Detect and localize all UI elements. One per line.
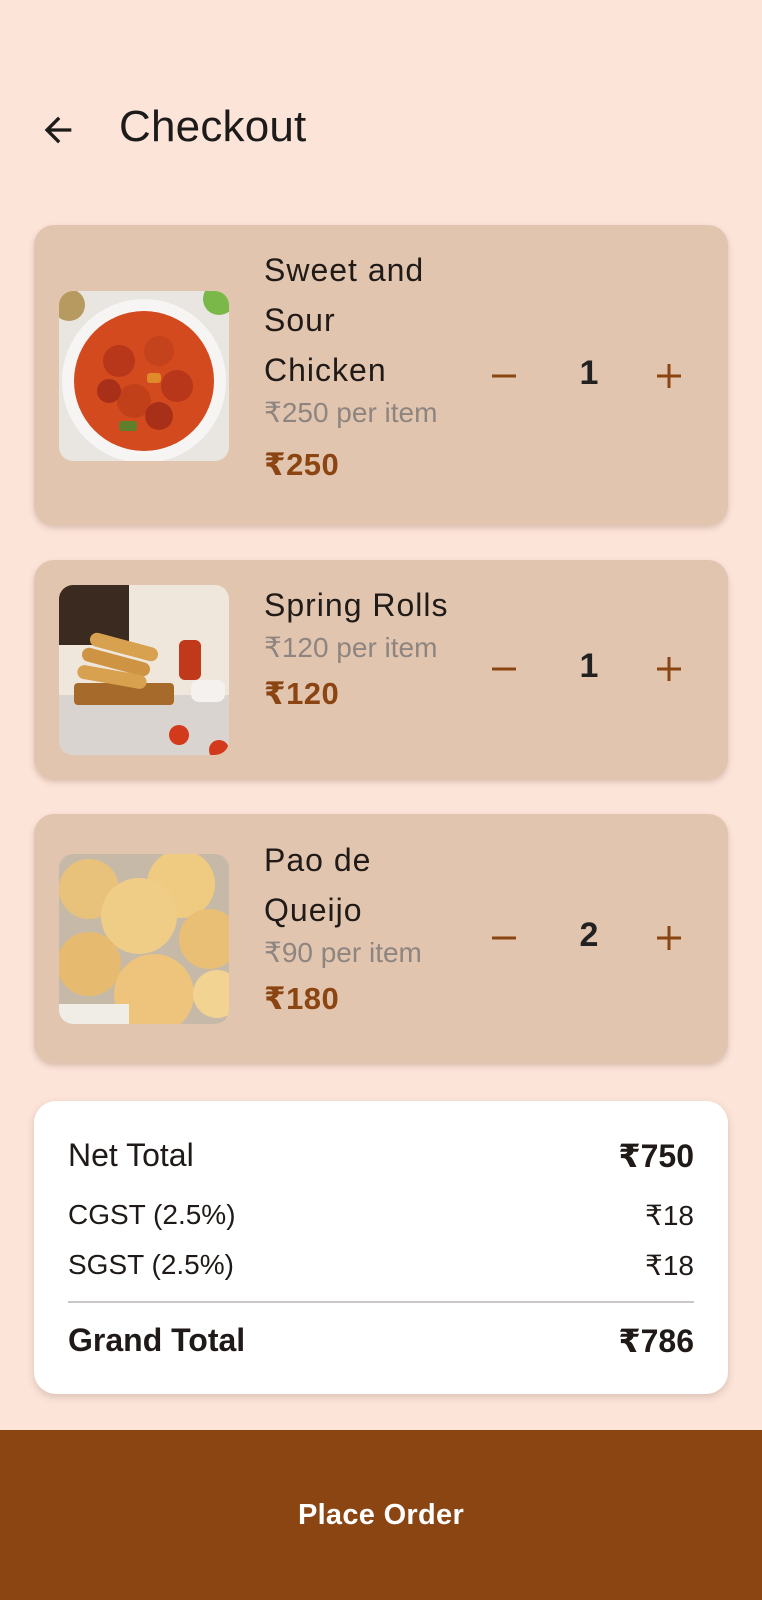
increase-quantity-button[interactable] bbox=[639, 908, 699, 968]
app-header: Checkout bbox=[0, 88, 762, 172]
quantity-stepper: 1 bbox=[474, 639, 718, 699]
cart-item-card: Spring Rolls ₹120 per item ₹120 1 bbox=[34, 560, 728, 779]
net-total-value: ₹750 bbox=[618, 1138, 694, 1174]
sgst-value: ₹18 bbox=[645, 1250, 694, 1281]
decrease-quantity-button[interactable] bbox=[474, 908, 534, 968]
net-total-row: Net Total ₹750 bbox=[68, 1137, 694, 1175]
minus-icon bbox=[492, 667, 516, 671]
summary-divider bbox=[68, 1301, 694, 1303]
plus-icon bbox=[657, 364, 681, 388]
cart-item-card: Pao de Queijo ₹90 per item ₹180 2 bbox=[34, 814, 728, 1063]
quantity-value: 2 bbox=[579, 916, 599, 954]
order-summary-card: Net Total ₹750 CGST (2.5%) ₹18 SGST (2.5… bbox=[34, 1101, 728, 1394]
item-total-price: ₹180 bbox=[264, 981, 340, 1016]
item-total-price: ₹120 bbox=[264, 676, 340, 711]
net-total-label: Net Total bbox=[68, 1137, 194, 1173]
quantity-stepper: 1 bbox=[474, 346, 718, 406]
food-image-sweet-sour-chicken bbox=[59, 291, 229, 461]
item-name: Spring Rolls bbox=[264, 587, 449, 623]
item-info: Pao de Queijo ₹90 per item ₹180 bbox=[264, 835, 464, 1017]
sgst-row: SGST (2.5%) ₹18 bbox=[68, 1249, 694, 1282]
increase-quantity-button[interactable] bbox=[639, 346, 699, 406]
grand-total-label: Grand Total bbox=[68, 1322, 246, 1358]
item-name: Pao de Queijo bbox=[264, 842, 372, 928]
cgst-label: CGST (2.5%) bbox=[68, 1199, 236, 1230]
decrease-quantity-button[interactable] bbox=[474, 639, 534, 699]
quantity-value: 1 bbox=[579, 354, 599, 392]
food-image-pao-de-queijo bbox=[59, 854, 229, 1024]
item-unit-price: ₹250 per item bbox=[264, 397, 438, 428]
plus-icon bbox=[657, 657, 681, 681]
item-unit-price: ₹120 per item bbox=[264, 632, 438, 663]
quantity-value: 1 bbox=[579, 647, 599, 685]
page-title: Checkout bbox=[119, 102, 307, 151]
quantity-stepper: 2 bbox=[474, 908, 718, 968]
arrow-left-icon bbox=[44, 116, 72, 144]
grand-total-value: ₹786 bbox=[618, 1323, 694, 1359]
food-image-spring-rolls bbox=[59, 585, 229, 755]
place-order-button[interactable]: Place Order bbox=[0, 1430, 762, 1600]
item-total-price: ₹250 bbox=[264, 447, 340, 482]
decrease-quantity-button[interactable] bbox=[474, 346, 534, 406]
cart-item-card: Sweet and Sour Chicken ₹250 per item ₹25… bbox=[34, 225, 728, 525]
sgst-label: SGST (2.5%) bbox=[68, 1249, 234, 1280]
cgst-value: ₹18 bbox=[645, 1200, 694, 1231]
place-order-label: Place Order bbox=[297, 1498, 465, 1531]
back-button[interactable] bbox=[36, 108, 80, 152]
plus-icon bbox=[657, 926, 681, 950]
item-info: Sweet and Sour Chicken ₹250 per item ₹25… bbox=[264, 245, 464, 483]
increase-quantity-button[interactable] bbox=[639, 639, 699, 699]
item-name: Sweet and Sour Chicken bbox=[264, 252, 425, 388]
item-unit-price: ₹90 per item bbox=[264, 937, 422, 968]
item-info: Spring Rolls ₹120 per item ₹120 bbox=[264, 580, 464, 712]
minus-icon bbox=[492, 374, 516, 378]
grand-total-row: Grand Total ₹786 bbox=[68, 1322, 694, 1360]
minus-icon bbox=[492, 936, 516, 940]
cgst-row: CGST (2.5%) ₹18 bbox=[68, 1199, 694, 1232]
